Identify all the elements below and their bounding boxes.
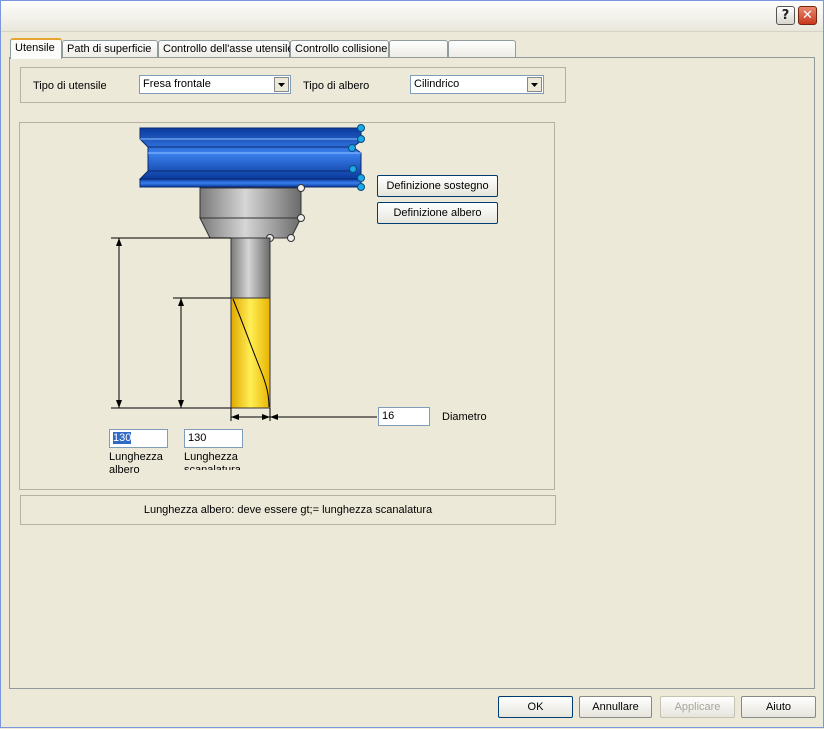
shaft-length-label-line2: albero [109,464,140,475]
shank-shape[interactable] [230,237,271,299]
ok-button[interactable]: OK [498,696,573,718]
status-message: Lunghezza albero: deve essere gt;= lungh… [143,504,433,516]
shaft-length-input[interactable]: 130 [109,429,168,448]
flute-length-label-line1: Lunghezza [184,451,238,463]
diameter-input[interactable]: 16 [378,407,430,426]
shaft-definition-button[interactable]: Definizione albero [377,202,498,224]
shaft-length-value: 130 [113,432,132,444]
tab-label: Utensile [15,42,55,54]
apply-button[interactable]: Applicare [660,696,735,718]
dialog-window: ? ✕ Utensile Path di superficie Controll… [0,0,824,728]
flute-length-input[interactable]: 130 [184,429,243,448]
diameter-label: Diametro [442,411,487,423]
holder-shape[interactable] [138,127,362,188]
tool-diagram [111,124,377,421]
flute-length-label-line2: scanalatura [184,464,241,470]
adapter-shape[interactable] [199,184,305,242]
help-button[interactable]: Aiuto [741,696,816,718]
flute-shape[interactable] [230,297,271,409]
tab-utensile[interactable]: Utensile [10,38,62,59]
shaft-length-label-line1: Lunghezza [109,451,163,463]
cancel-button[interactable]: Annullare [579,696,652,718]
holder-definition-button[interactable]: Definizione sostegno [377,175,498,197]
